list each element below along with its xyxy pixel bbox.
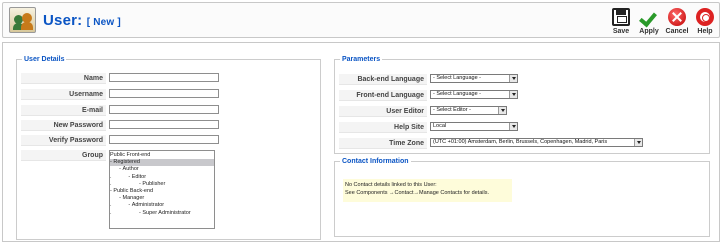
frontend-language-label: Front-end Language: [339, 90, 427, 101]
save-icon: [612, 8, 630, 26]
group-option-selected[interactable]: - Registered: [110, 159, 214, 167]
page-subtitle: [ New ]: [86, 17, 121, 28]
email-input[interactable]: [109, 105, 219, 114]
time-zone-select[interactable]: (UTC +01:00) Amsterdam, Berlin, Brussels…: [430, 138, 643, 147]
new-password-row: New Password: [17, 120, 320, 131]
group-option[interactable]: . - Super Administrator: [110, 210, 214, 217]
page-title-text: User:: [43, 12, 83, 29]
verify-password-input[interactable]: [109, 135, 219, 144]
page-title: User: [ New ]: [43, 12, 121, 29]
name-row: Name: [17, 73, 320, 84]
user-manager-icon: [9, 7, 36, 33]
backend-language-label: Back-end Language: [339, 74, 427, 85]
user-details-legend: User Details: [24, 56, 65, 63]
contact-notice-line1: No Contact details linked to this User:: [345, 182, 437, 188]
name-input[interactable]: [109, 73, 219, 82]
chevron-down-icon: [509, 91, 517, 98]
backend-language-value: - Select Language -: [433, 75, 482, 81]
username-input[interactable]: [109, 89, 219, 98]
group-select-list[interactable]: Public Front-end - Registered - Author .…: [109, 150, 215, 229]
email-row: E-mail: [17, 105, 320, 116]
group-label: Group: [21, 150, 106, 161]
save-label: Save: [612, 28, 630, 35]
cancel-icon: [668, 8, 686, 26]
contact-notice-line2: See Components →Contact→Manage Contacts …: [345, 190, 489, 196]
new-password-input[interactable]: [109, 120, 219, 129]
group-option[interactable]: - Author: [110, 166, 214, 173]
help-button[interactable]: Help: [692, 8, 718, 38]
user-editor-value: - Select Editor -: [433, 107, 471, 113]
verify-password-label: Verify Password: [21, 135, 106, 146]
help-site-row: Help Site Local: [335, 122, 709, 133]
username-row: Username: [17, 89, 320, 100]
help-site-value: Local: [433, 123, 447, 129]
group-option[interactable]: . - Administrator: [110, 202, 214, 209]
help-site-select[interactable]: Local: [430, 122, 518, 131]
backend-language-row: Back-end Language - Select Language -: [335, 74, 709, 85]
contact-information-legend: Contact Information: [342, 158, 409, 165]
frontend-language-value: - Select Language -: [433, 91, 482, 97]
username-label: Username: [21, 89, 106, 100]
help-label: Help: [697, 28, 713, 35]
chevron-down-icon: [634, 139, 642, 146]
help-site-label: Help Site: [339, 122, 427, 133]
user-details-fieldset: User Details Name Username E-mail New Pa…: [16, 56, 321, 240]
contact-information-fieldset: Contact Information No Contact details l…: [334, 158, 710, 237]
user-editor-label: User Editor: [339, 106, 427, 117]
time-zone-label: Time Zone: [339, 138, 427, 149]
email-label: E-mail: [21, 105, 106, 116]
chevron-down-icon: [498, 107, 506, 114]
contact-notice: No Contact details linked to this User: …: [343, 179, 512, 202]
backend-language-select[interactable]: - Select Language -: [430, 74, 518, 83]
chevron-down-icon: [509, 75, 517, 82]
apply-button[interactable]: Apply: [636, 8, 662, 38]
help-icon: [696, 8, 714, 26]
new-password-label: New Password: [21, 120, 106, 131]
parameters-fieldset: Parameters Back-end Language - Select La…: [334, 56, 710, 154]
cancel-label: Cancel: [665, 28, 689, 35]
apply-icon: [640, 8, 658, 26]
user-editor-select[interactable]: - Select Editor -: [430, 106, 507, 115]
cancel-button[interactable]: Cancel: [664, 8, 690, 38]
group-option[interactable]: . - Publisher: [110, 181, 214, 188]
group-option[interactable]: - Public Back-end: [110, 188, 214, 195]
edit-form: User Details Name Username E-mail New Pa…: [2, 42, 720, 242]
user-editor-row: User Editor - Select Editor -: [335, 106, 709, 117]
group-option[interactable]: Public Front-end: [110, 152, 214, 159]
verify-password-row: Verify Password: [17, 135, 320, 146]
toolbar: User: [ New ] Save Apply Cancel Help: [2, 2, 720, 38]
apply-label: Apply: [639, 28, 659, 35]
name-label: Name: [21, 73, 106, 84]
time-zone-value: (UTC +01:00) Amsterdam, Berlin, Brussels…: [433, 139, 608, 145]
group-option[interactable]: - Manager: [110, 195, 214, 202]
frontend-language-select[interactable]: - Select Language -: [430, 90, 518, 99]
frontend-language-row: Front-end Language - Select Language -: [335, 90, 709, 101]
time-zone-row: Time Zone (UTC +01:00) Amsterdam, Berlin…: [335, 138, 709, 149]
parameters-legend: Parameters: [342, 56, 381, 63]
group-option[interactable]: . - Editor: [110, 174, 214, 181]
chevron-down-icon: [509, 123, 517, 130]
save-button[interactable]: Save: [608, 8, 634, 38]
